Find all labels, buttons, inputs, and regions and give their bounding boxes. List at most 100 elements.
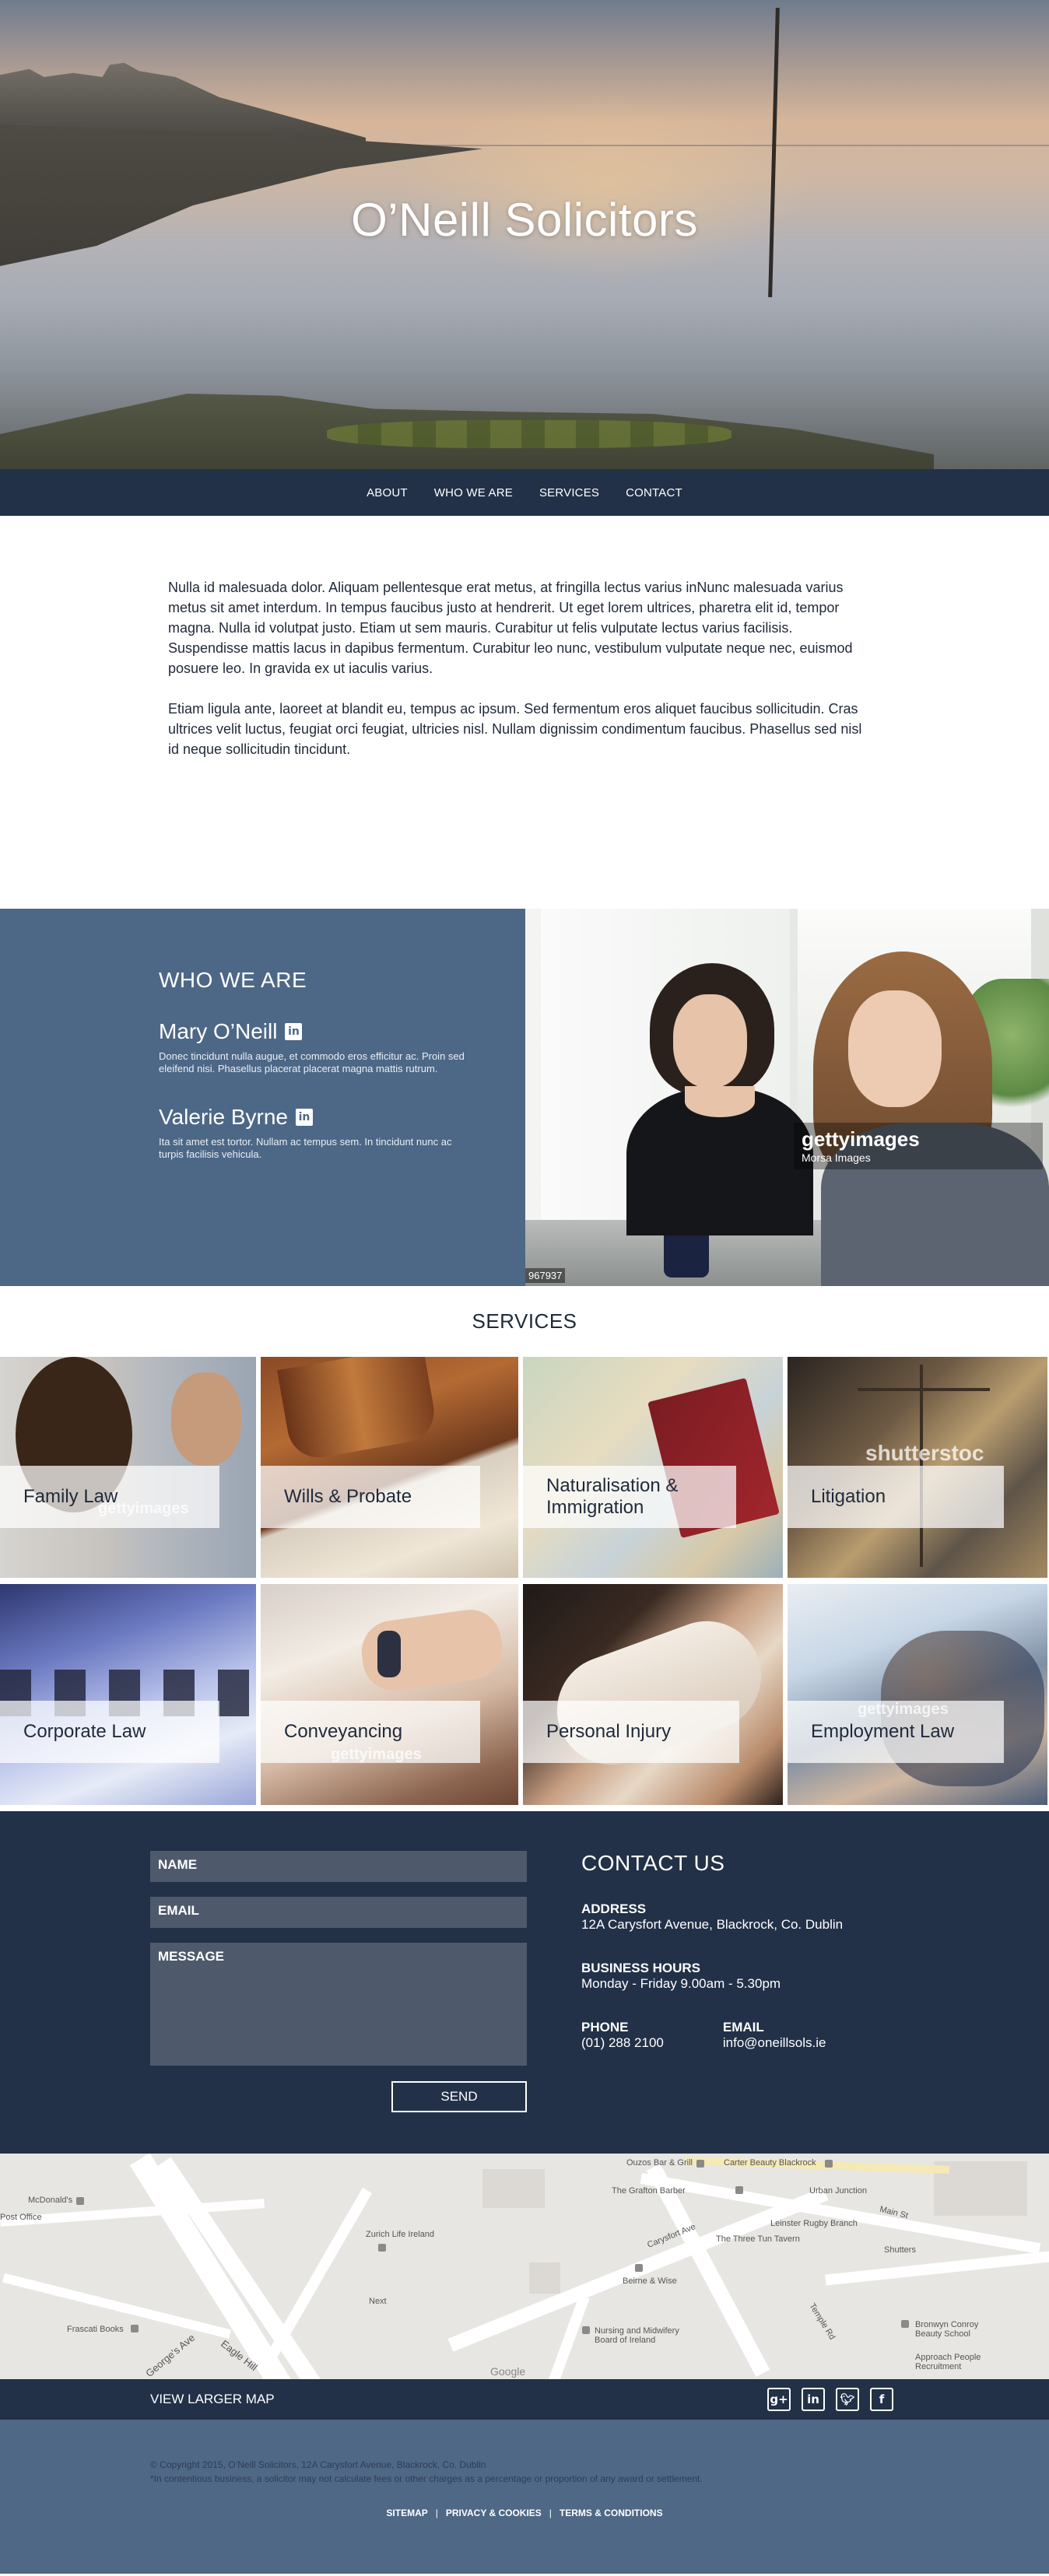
map-pin-icon (696, 2160, 704, 2168)
email-value[interactable]: info@oneillsols.ie (723, 2035, 826, 2051)
phone-block: PHONE (01) 288 2100 (581, 2020, 664, 2079)
services-heading: SERVICES (472, 1309, 577, 1333)
twitter-icon[interactable]: 🐦︎ (836, 2388, 859, 2411)
contact-form: NAME EMAIL MESSAGE SEND (150, 1851, 527, 2154)
service-label: Litigation (788, 1466, 1004, 1528)
nav-contact[interactable]: CONTACT (626, 486, 682, 499)
service-tile-personal-injury[interactable]: Personal Injury (523, 1584, 783, 1805)
email-field[interactable]: EMAIL (150, 1897, 527, 1928)
map-place: Approach People Recruitment (915, 2353, 981, 2371)
social-links: g+ in 🐦︎ f (767, 2388, 893, 2411)
member-bio: Ita sit amet est tortor. Nullam ac tempu… (159, 1136, 452, 1160)
terms-conditions-link[interactable]: TERMS & CONDITIONS (560, 2508, 663, 2518)
hours-label: BUSINESS HOURS (581, 1961, 701, 1975)
map-road (261, 2187, 373, 2369)
mossy-rocks (327, 420, 731, 448)
watermark-text: gettyimages (802, 1127, 920, 1151)
linkedin-icon[interactable]: in (296, 1109, 314, 1126)
service-label: Family Law (0, 1466, 219, 1528)
stock-watermark: gettyimages Morsa Images (794, 1123, 1043, 1169)
view-larger-map-link[interactable]: VIEW LARGER MAP (150, 2392, 275, 2407)
phone-email-row: PHONE (01) 288 2100 EMAIL info@oneillsol… (581, 2020, 843, 2079)
service-tile-family-law[interactable]: Family Law gettyimages (0, 1357, 256, 1578)
service-label: Corporate Law (0, 1701, 219, 1763)
service-tile-corporate-law[interactable]: Corporate Law (0, 1584, 256, 1805)
contact-heading: CONTACT US (581, 1851, 725, 1875)
contact-section: NAME EMAIL MESSAGE SEND CONTACT US ADDRE… (0, 1811, 1049, 2154)
google-plus-icon[interactable]: g+ (767, 2388, 791, 2411)
map-place: Bronwyn Conroy Beauty School (915, 2320, 979, 2339)
linkedin-icon[interactable]: in (285, 1023, 303, 1040)
team-panel: WHO WE ARE Mary O’Neill in Donec tincidu… (0, 909, 525, 1286)
location-map[interactable]: Ouzos Bar & Grill Carter Beauty Blackroc… (0, 2154, 1049, 2379)
map-pin-icon (582, 2326, 590, 2334)
who-we-are-section: WHO WE ARE Mary O’Neill in Donec tincidu… (0, 909, 1049, 1286)
map-pin-icon (735, 2186, 743, 2194)
member-name-row: Valerie Byrne in (159, 1105, 470, 1130)
privacy-cookies-link[interactable]: PRIVACY & COOKIES (446, 2508, 542, 2518)
google-logo: Google (490, 2365, 526, 2378)
footer-links: SITEMAP | PRIVACY & COOKIES | TERMS & CONDIT… (150, 2508, 899, 2518)
about-paragraph: Etiam ligula ante, laoreet at blandit eu… (168, 701, 862, 757)
nav-who-we-are[interactable]: WHO WE ARE (434, 486, 513, 499)
hero-banner: O’Neill Solicitors (0, 0, 1049, 469)
watermark-text: gettyimages (331, 1746, 422, 1763)
contact-info: CONTACT US ADDRESS 12A Carysfort Avenue,… (581, 1851, 843, 2154)
service-tile-wills-probate[interactable]: Wills & Probate (261, 1357, 518, 1578)
team-photo: gettyimages Morsa Images 967937 (525, 909, 1049, 1286)
phone-value[interactable]: (01) 288 2100 (581, 2035, 664, 2051)
service-tile-litigation[interactable]: shutterstoc Litigation (788, 1357, 1047, 1578)
member-name: Mary O’Neill (159, 1019, 278, 1043)
service-label: Personal Injury (523, 1701, 739, 1763)
services-grid: Family Law gettyimages Wills & Probate N… (0, 1357, 1049, 1805)
message-field[interactable]: MESSAGE (150, 1943, 527, 2066)
address-value: 12A Carysfort Avenue, Blackrock, Co. Dub… (581, 1917, 844, 1932)
watermark-text: gettyimages (98, 1500, 189, 1517)
separator: | (549, 2508, 552, 2518)
map-place: Shutters (884, 2245, 916, 2255)
member-bio: Donec tincidunt nulla augue, et commodo … (159, 1050, 465, 1074)
team-member: Valerie Byrne in Ita sit amet est tortor… (159, 1105, 470, 1161)
tile-photo (858, 1388, 990, 1391)
send-row: SEND (150, 2081, 527, 2112)
service-label: Wills & Probate (261, 1466, 480, 1528)
name-field[interactable]: NAME (150, 1851, 527, 1882)
watermark-text: shutterstoc (865, 1441, 984, 1465)
main-navigation: ABOUT WHO WE ARE SERVICES CONTACT (0, 469, 1049, 516)
service-label: Naturalisation & Immigration (523, 1466, 736, 1528)
hours-value: Monday - Friday 9.00am - 5.30pm (581, 1976, 781, 1991)
team-member: Mary O’Neill in Donec tincidunt nulla au… (159, 1019, 470, 1075)
woman-dark-neck (685, 1086, 755, 1117)
map-place: George's Ave (143, 2331, 198, 2379)
member-name: Valerie Byrne (159, 1105, 289, 1129)
address-label: ADDRESS (581, 1901, 647, 1916)
map-place: The Grafton Barber (612, 2186, 686, 2196)
map-place: Beirne & Wise (623, 2276, 677, 2286)
map-pin-icon (76, 2197, 84, 2205)
coffee-mug (664, 1235, 709, 1277)
nav-about[interactable]: ABOUT (367, 486, 408, 499)
linkedin-icon[interactable]: in (802, 2388, 825, 2411)
disclaimer-text: *In contentious business, a solicitor ma… (150, 2473, 703, 2484)
service-tile-employment-law[interactable]: gettyimages Employment Law (788, 1584, 1047, 1805)
tile-photo (171, 1372, 241, 1466)
send-button[interactable]: SEND (391, 2081, 527, 2112)
facebook-icon[interactable]: f (870, 2388, 893, 2411)
service-tile-immigration[interactable]: Naturalisation & Immigration (523, 1357, 783, 1578)
email-block: EMAIL info@oneillsols.ie (723, 2020, 826, 2079)
service-tile-conveyancing[interactable]: Conveyancing gettyimages (261, 1584, 518, 1805)
photo-credit: Morsa Images (802, 1151, 871, 1164)
map-place: Urban Junction (809, 2186, 867, 2196)
tile-photo (277, 1357, 439, 1463)
sitemap-link[interactable]: SITEMAP (386, 2508, 427, 2518)
email-label: EMAIL (722, 2020, 764, 2035)
copyright-text: © Copyright 2015, O’Neill Solicitors, 12… (150, 2459, 486, 2470)
map-pin-icon (901, 2320, 909, 2328)
map-place: Post Office (0, 2213, 42, 2222)
map-road (825, 2250, 1049, 2286)
map-block (529, 2262, 560, 2294)
who-heading: WHO WE ARE (159, 968, 307, 992)
map-place: Next (369, 2297, 387, 2306)
site-title: O’Neill Solicitors (351, 194, 698, 246)
nav-services[interactable]: SERVICES (539, 486, 599, 499)
